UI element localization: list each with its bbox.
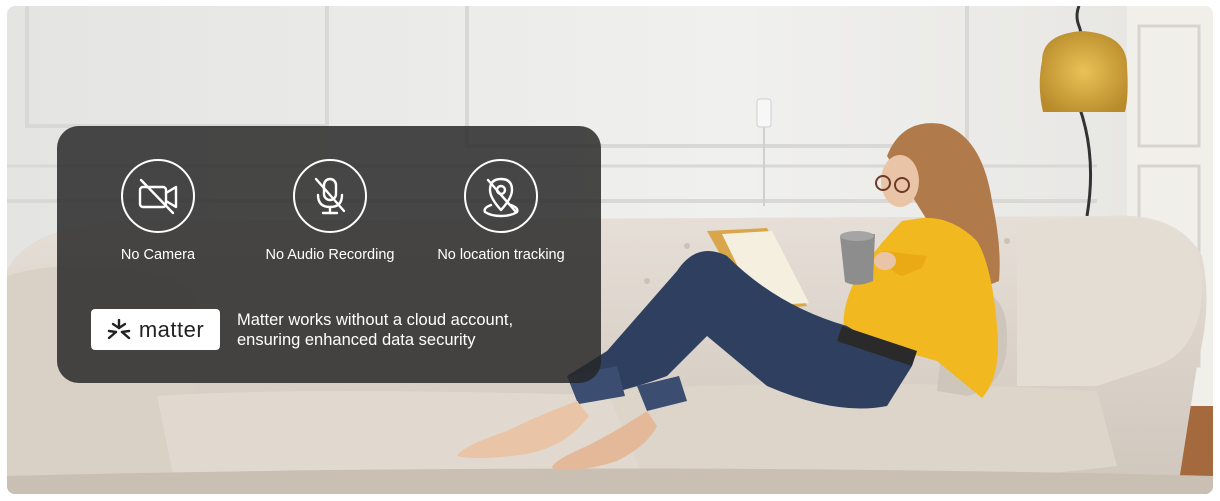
feature-no-location-tracking: No location tracking: [421, 159, 581, 263]
matter-description-line1: Matter works without a cloud account,: [237, 311, 514, 329]
feature-no-camera: No Camera: [78, 159, 238, 263]
mic-off-icon: [293, 159, 367, 233]
matter-description: Matter works without a cloud account, en…: [237, 310, 513, 350]
matter-logo: matter: [91, 309, 220, 350]
camera-off-icon: [121, 159, 195, 233]
feature-label: No location tracking: [437, 247, 565, 263]
matter-logo-text: matter: [138, 316, 205, 342]
feature-no-audio-recording: No Audio Recording: [250, 159, 410, 263]
matter-icon: [107, 318, 131, 339]
hero-banner: No Camera No Audio Recording No location…: [7, 6, 1213, 494]
feature-label: No Audio Recording: [265, 247, 395, 263]
feature-label: No Camera: [120, 247, 196, 263]
matter-description-line2: ensuring enhanced data security: [237, 331, 476, 349]
privacy-features-panel: No Camera No Audio Recording No location…: [57, 126, 601, 383]
location-off-icon: [464, 159, 538, 233]
